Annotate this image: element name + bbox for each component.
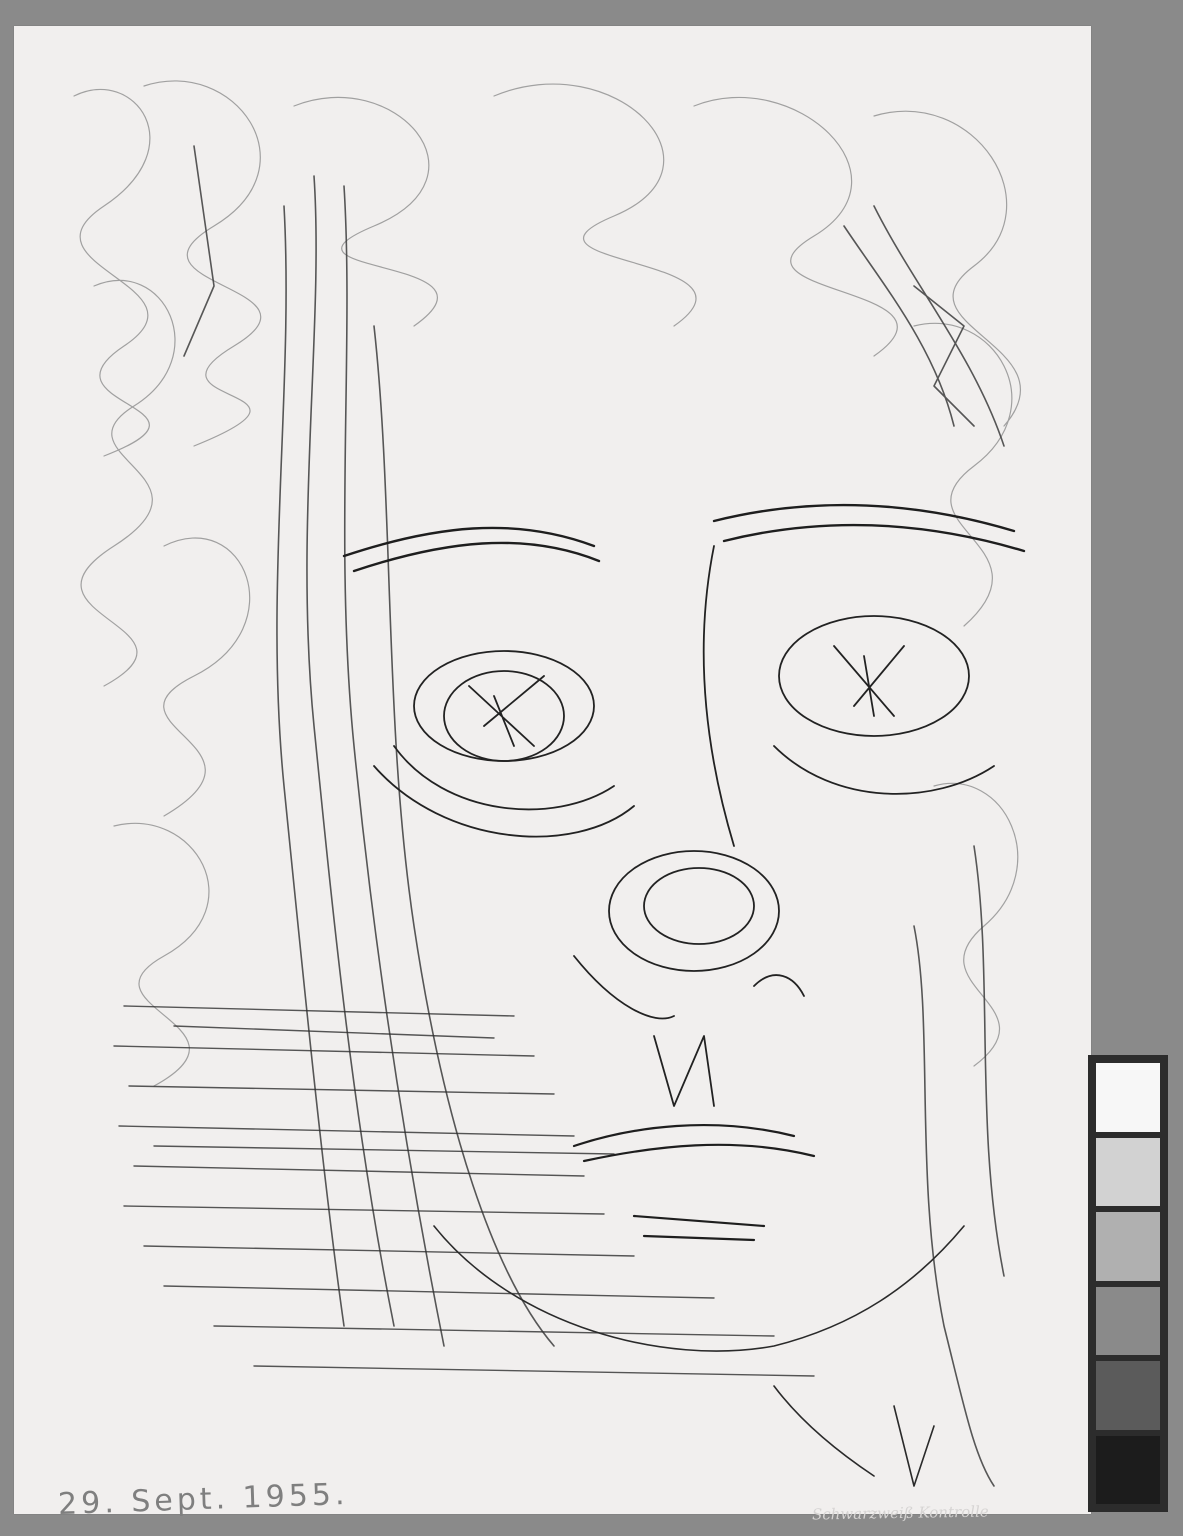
- gray-patch: [1096, 1286, 1160, 1355]
- scan-canvas: 29. Sept. 1955. Schwarzweiß Kontrolle: [0, 0, 1183, 1536]
- gray-patch: [1096, 1361, 1160, 1430]
- pencil-portrait-drawing: [73, 80, 1026, 1487]
- gray-patch: [1096, 1063, 1160, 1132]
- gray-patch: [1096, 1212, 1160, 1281]
- faint-pencil-note: Schwarzweiß Kontrolle: [811, 1502, 989, 1524]
- gray-patch: [1096, 1435, 1160, 1504]
- gray-scale-target: [1088, 1055, 1168, 1512]
- paper-sheet: 29. Sept. 1955. Schwarzweiß Kontrolle: [14, 26, 1091, 1524]
- gray-patch: [1096, 1137, 1160, 1206]
